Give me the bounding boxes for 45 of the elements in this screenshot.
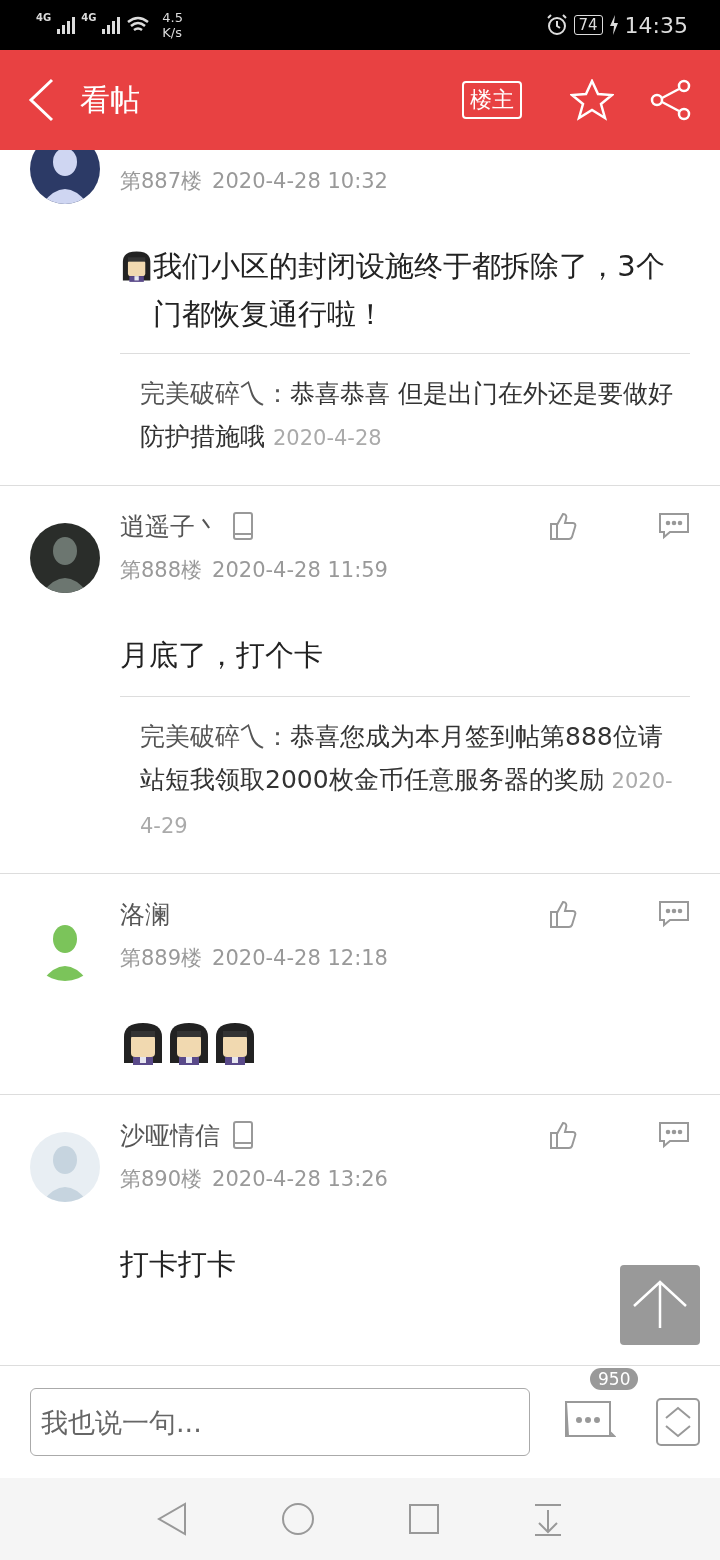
clock: 14:35 [624,12,688,38]
signal-icon [102,16,121,34]
user-name[interactable]: 洛澜 [120,897,170,931]
thumbs-up-icon[interactable] [548,511,578,541]
owner-only-button[interactable]: 楼主 [462,81,522,119]
floor-number: 第888楼 [120,557,203,584]
alarm-icon [545,14,568,36]
speed-value: 4.5 [162,10,184,25]
reply-text: 完美破碎乀：恭喜您成为本月签到帖第888位请站短我领取2000枚金币任意服务器的奖励 2020-4-29 [120,696,690,848]
comment-icon[interactable] [658,900,690,928]
share-icon[interactable] [650,79,692,121]
comment-count: 950 [590,1368,639,1390]
reply-text: 完美破碎乀：恭喜恭喜 但是出门在外还是要做好防护措施哦 2020-4-28 [120,353,690,460]
floor-number: 第890楼 [120,1166,203,1193]
post-text: 月底了，打个卡 [120,637,323,674]
post-time: 2020-4-28 11:59 [212,558,388,582]
comment-icon[interactable] [658,1121,690,1149]
page-title: 看帖 [80,80,141,119]
network-label: 4G [36,12,52,23]
floor-number: 第887楼 [120,168,203,195]
post-text: 打卡打卡 [120,1246,236,1283]
thumbs-up-icon[interactable] [548,899,578,929]
signal-icon [57,16,76,34]
notification-icon[interactable] [533,1502,563,1536]
post-time: 2020-4-28 12:18 [212,946,388,970]
thumbs-up-icon[interactable] [548,1120,578,1150]
page-jump-icon[interactable] [656,1398,700,1446]
battery-level: 74 [573,15,603,35]
post-time: 2020-4-28 13:26 [212,1167,388,1191]
scroll-to-top-button[interactable] [620,1265,700,1345]
star-icon[interactable] [570,79,614,121]
charging-icon [608,15,619,35]
back-icon[interactable] [157,1502,187,1536]
comment-input[interactable]: 我也说一句... [30,1388,530,1456]
comment-icon[interactable] [658,512,690,540]
floor-number: 第889楼 [120,945,203,972]
user-name[interactable]: 沙哑情信 [120,1118,220,1152]
post-text: 我们小区的封闭设施终于都拆除了，3个门都恢复通行啦！ [153,248,666,333]
user-name[interactable]: 逍遥子丶 [120,509,220,543]
recents-icon[interactable] [409,1504,439,1534]
post-time: 2020-4-28 10:32 [212,169,388,193]
network-label: 4G [81,12,97,23]
wifi-icon [126,16,151,34]
home-icon[interactable] [281,1502,315,1536]
speed-unit: K/s [162,25,184,40]
